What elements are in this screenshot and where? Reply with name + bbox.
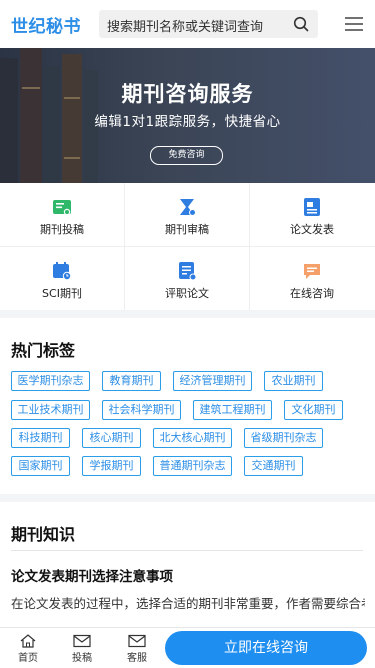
tag-chip[interactable]: 文化期刊	[284, 400, 343, 420]
tag-chip[interactable]: 医学期刊杂志	[11, 371, 90, 391]
tag-chip[interactable]: 北大核心期刊	[153, 428, 232, 448]
service-grid: 期刊投稿 期刊审稿 论文发表 SCI期刊 评职论文 在线咨询	[0, 183, 375, 310]
hero-banner[interactable]: 期刊咨询服务 编辑1对1跟踪服务，快捷省心 免费咨询	[0, 48, 375, 183]
service-item[interactable]: 论文发表	[250, 183, 374, 246]
nav-home[interactable]: 首页	[13, 634, 43, 664]
search-input[interactable]: 搜索期刊名称或关键词查询	[107, 16, 263, 35]
service-label: 期刊投稿	[40, 223, 84, 236]
tag-chip[interactable]: 学报期刊	[82, 456, 141, 476]
nav-label: 首页	[18, 653, 38, 664]
home-icon	[20, 634, 36, 648]
tag-chip[interactable]: 交通期刊	[244, 456, 303, 476]
review-icon	[180, 199, 196, 216]
article-title[interactable]: 论文发表期刊选择注意事项	[11, 565, 173, 585]
service-label: SCI期刊	[42, 287, 82, 300]
search-bar[interactable]: 搜索期刊名称或关键词查询	[99, 10, 318, 38]
logo[interactable]: 世纪秘书	[11, 12, 81, 37]
nav-service[interactable]: 客服	[122, 634, 152, 664]
service-label: 论文发表	[290, 223, 334, 236]
consult-now-button[interactable]: 立即在线咨询	[165, 631, 367, 665]
service-label: 在线咨询	[290, 287, 334, 300]
document-icon	[304, 198, 320, 216]
section-title: 热门标签	[11, 341, 76, 360]
mail-icon	[73, 634, 91, 648]
nav-label: 投稿	[72, 653, 92, 664]
nav-submit[interactable]: 投稿	[67, 634, 97, 664]
banner-subtitle: 编辑1对1跟踪服务，快捷省心	[94, 114, 281, 130]
divider	[11, 550, 363, 551]
certificate-icon	[53, 200, 71, 216]
search-icon[interactable]	[293, 16, 309, 32]
tag-chip[interactable]: 省级期刊杂志	[244, 428, 323, 448]
chat-icon	[304, 264, 320, 279]
tag-chip[interactable]: 科技期刊	[11, 428, 70, 448]
article-section: 期刊知识 论文发表期刊选择注意事项 在论文发表的过程中，选择合适的期刊非常重要，…	[0, 502, 375, 627]
menu-icon[interactable]	[345, 16, 363, 32]
tag-chip[interactable]: 经济管理期刊	[173, 371, 252, 391]
tag-chip[interactable]: 建筑工程期刊	[193, 400, 272, 420]
service-label: 评职论文	[165, 287, 209, 300]
mail-icon	[128, 634, 146, 648]
top-header: 世纪秘书 搜索期刊名称或关键词查询	[0, 0, 375, 48]
tag-section: 热门标签 医学期刊杂志 教育期刊 经济管理期刊 农业期刊 工业技术期刊 社会科学…	[0, 318, 375, 494]
service-label: 期刊审稿	[165, 223, 209, 236]
tag-chip[interactable]: 教育期刊	[102, 371, 161, 391]
service-item[interactable]: 评职论文	[125, 247, 249, 310]
tag-chip[interactable]: 核心期刊	[82, 428, 141, 448]
banner-title: 期刊咨询服务	[121, 82, 254, 106]
tag-chip[interactable]: 社会科学期刊	[102, 400, 181, 420]
section-title: 期刊知识	[11, 525, 76, 544]
report-icon	[179, 262, 197, 281]
service-item[interactable]: 在线咨询	[250, 247, 374, 310]
calendar-icon	[53, 262, 72, 281]
tag-chip[interactable]: 农业期刊	[264, 371, 323, 391]
free-consult-button[interactable]: 免费咨询	[150, 146, 223, 165]
tag-chip[interactable]: 工业技术期刊	[11, 400, 90, 420]
service-item[interactable]: SCI期刊	[0, 247, 124, 310]
tag-chip[interactable]: 普通期刊杂志	[153, 456, 232, 476]
nav-label: 客服	[127, 653, 147, 664]
bottom-nav: 首页 投稿 客服 立即在线咨询	[0, 627, 375, 668]
service-item[interactable]: 期刊投稿	[0, 183, 124, 246]
article-excerpt: 在论文发表的过程中，选择合适的期刊非常重要，作者需要综合考虑期刊的级别、影响因子…	[11, 596, 365, 611]
service-item[interactable]: 期刊审稿	[125, 183, 249, 246]
tag-chip[interactable]: 国家期刊	[11, 456, 70, 476]
